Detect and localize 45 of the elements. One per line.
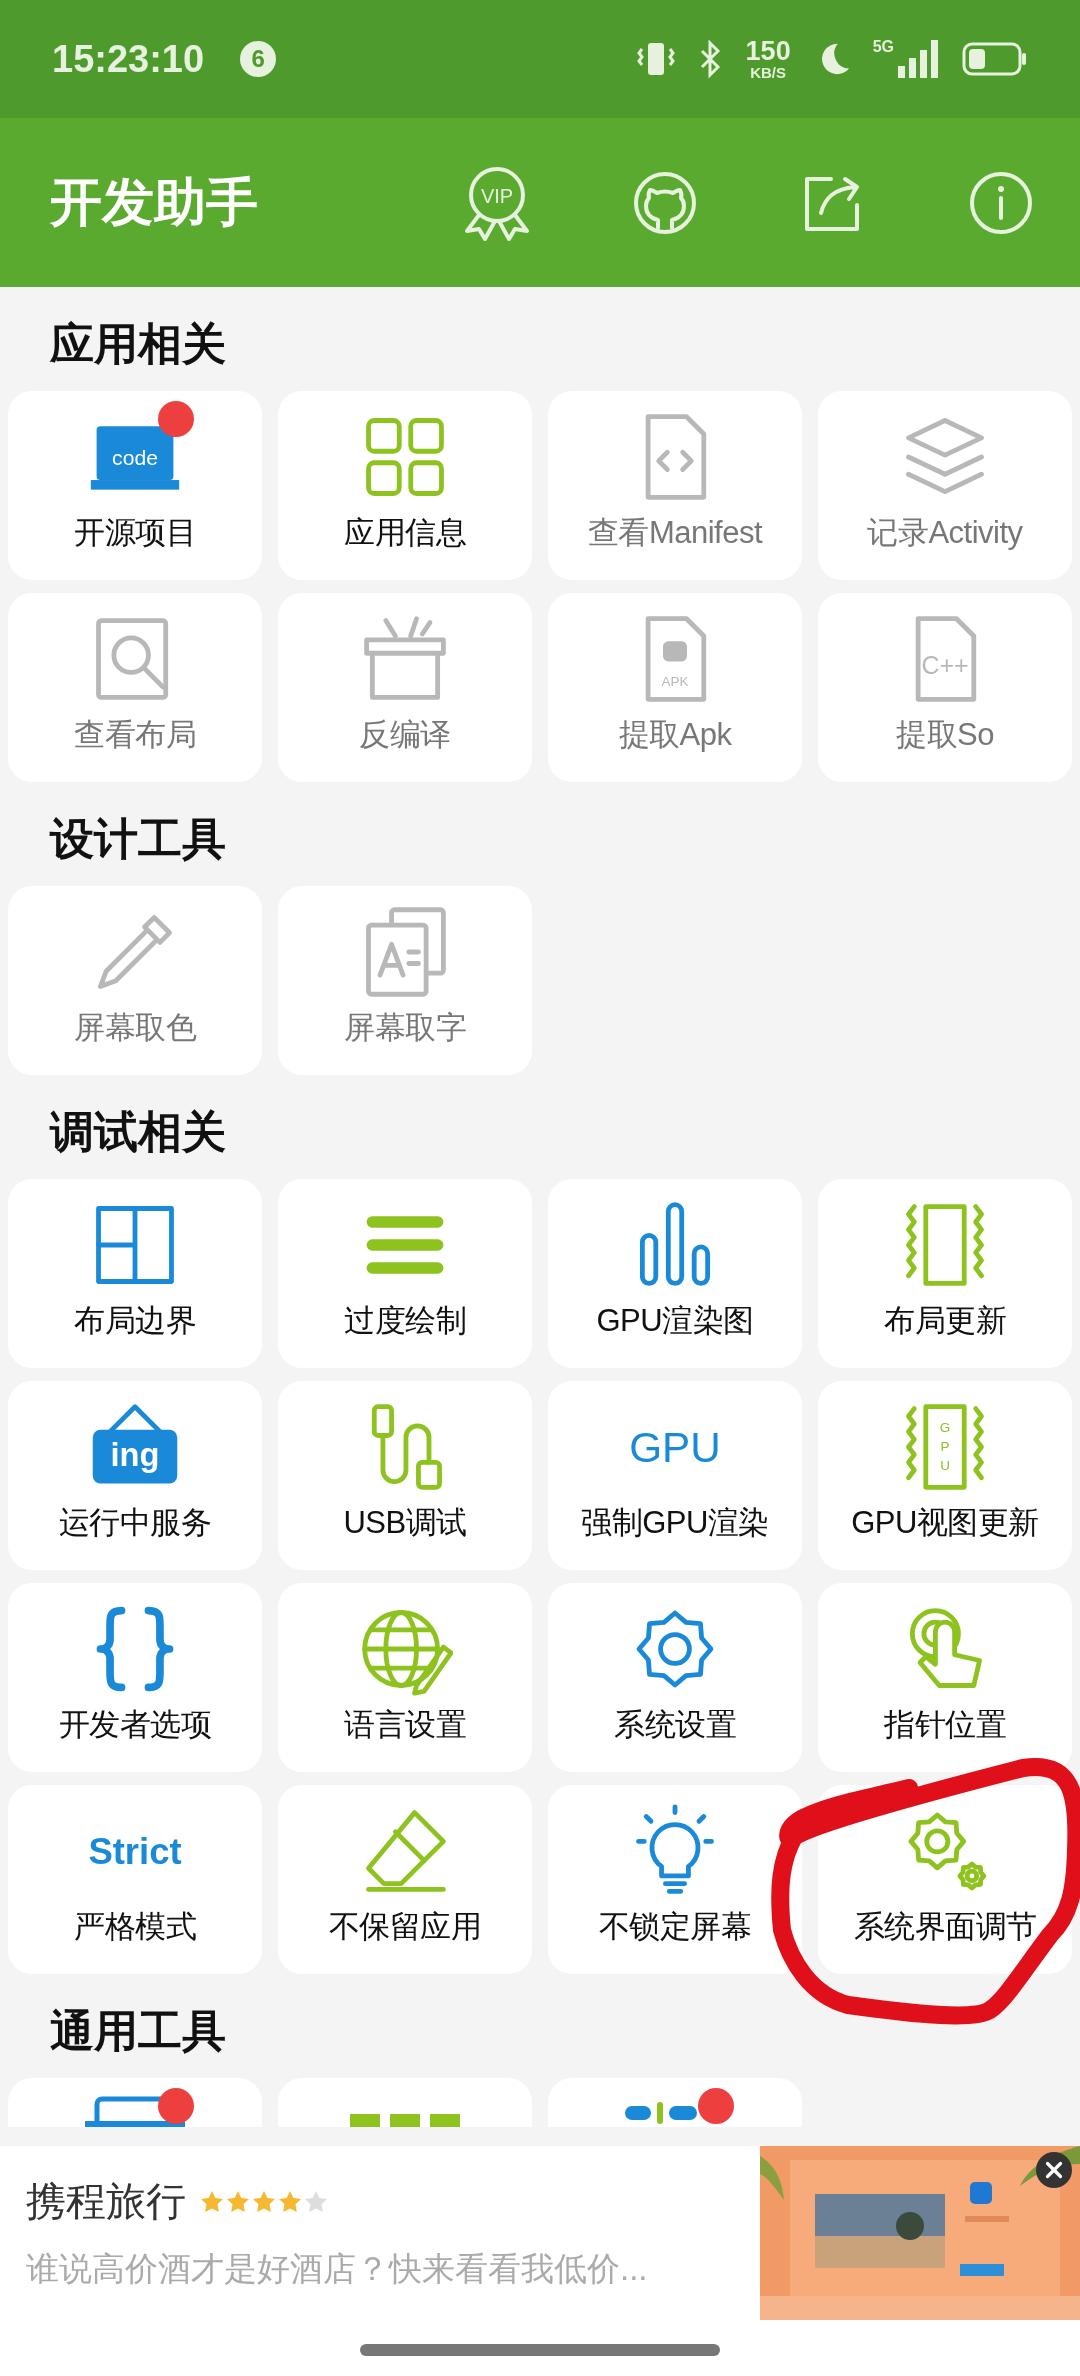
speed-unit: KB/S <box>750 65 787 80</box>
gpu-icon: GPU <box>627 1399 723 1495</box>
tool-tile[interactable] <box>548 2078 802 2127</box>
tool-tile[interactable]: USB调试 <box>278 1381 532 1570</box>
tool-tile[interactable]: 指针位置 <box>818 1583 1072 1772</box>
section-title: 调试相关 <box>48 1105 227 1158</box>
tool-tile[interactable]: code 开源项目 <box>8 391 262 580</box>
app-title: 开发助手 <box>50 171 259 233</box>
tool-tile[interactable]: 过度绘制 <box>278 1179 532 1368</box>
tool-tile[interactable]: ing 运行中服务 <box>8 1381 262 1570</box>
star-icon <box>200 2189 224 2214</box>
notification-badge: 6 <box>240 41 277 77</box>
signal-icon <box>896 38 940 80</box>
network-type: 5G <box>872 38 894 56</box>
tool-tile[interactable]: 布局更新 <box>818 1179 1072 1368</box>
info-icon <box>968 169 1034 236</box>
tool-tile[interactable]: 语言设置 <box>278 1583 532 1772</box>
ad-title: 携程旅行 <box>26 2178 186 2225</box>
tool-tile[interactable]: 应用信息 <box>278 391 532 580</box>
logo-icon <box>350 2114 460 2127</box>
star-icon <box>304 2189 328 2214</box>
tool-tile[interactable]: 布局边界 <box>8 1179 262 1368</box>
tool-tile[interactable] <box>8 2078 262 2127</box>
section-title: 通用工具 <box>49 2004 227 2057</box>
cat-icon <box>632 169 698 236</box>
status-time: 15:23:10 <box>52 37 205 81</box>
battery-icon <box>962 41 1028 77</box>
section-title: 应用相关 <box>48 317 227 370</box>
tool-tile[interactable]: 系统设置 <box>548 1583 802 1772</box>
tool-tile[interactable]: 开发者选项 <box>8 1583 262 1772</box>
star-icon <box>278 2189 302 2214</box>
star-icon <box>226 2189 250 2214</box>
tool-tile[interactable]: 不锁定屏幕 <box>548 1785 802 1974</box>
star-icon <box>252 2189 276 2214</box>
tool-tile[interactable]: Strict 严格模式 <box>8 1785 262 1974</box>
tool-tile[interactable]: GPU渲染图 <box>548 1179 802 1368</box>
ad-description: 谁说高价酒才是好酒店？快来看看我低价... <box>26 2249 649 2289</box>
tool-tile[interactable]: GPU GPU视图更新 <box>818 1381 1072 1570</box>
section-title: 设计工具 <box>48 812 227 865</box>
tool-tile[interactable]: 不保留应用 <box>278 1785 532 1974</box>
strict-icon: Strict <box>87 1803 183 1899</box>
network-speed: 150 <box>745 38 791 65</box>
ad-banner[interactable]: 携程旅行 谁说高价酒才是好酒店？快来看看我低价... <box>0 2146 1080 2376</box>
tool-tile[interactable]: GPU 强制GPU渲染 <box>548 1381 802 1570</box>
tool-tile[interactable] <box>278 2078 532 2127</box>
